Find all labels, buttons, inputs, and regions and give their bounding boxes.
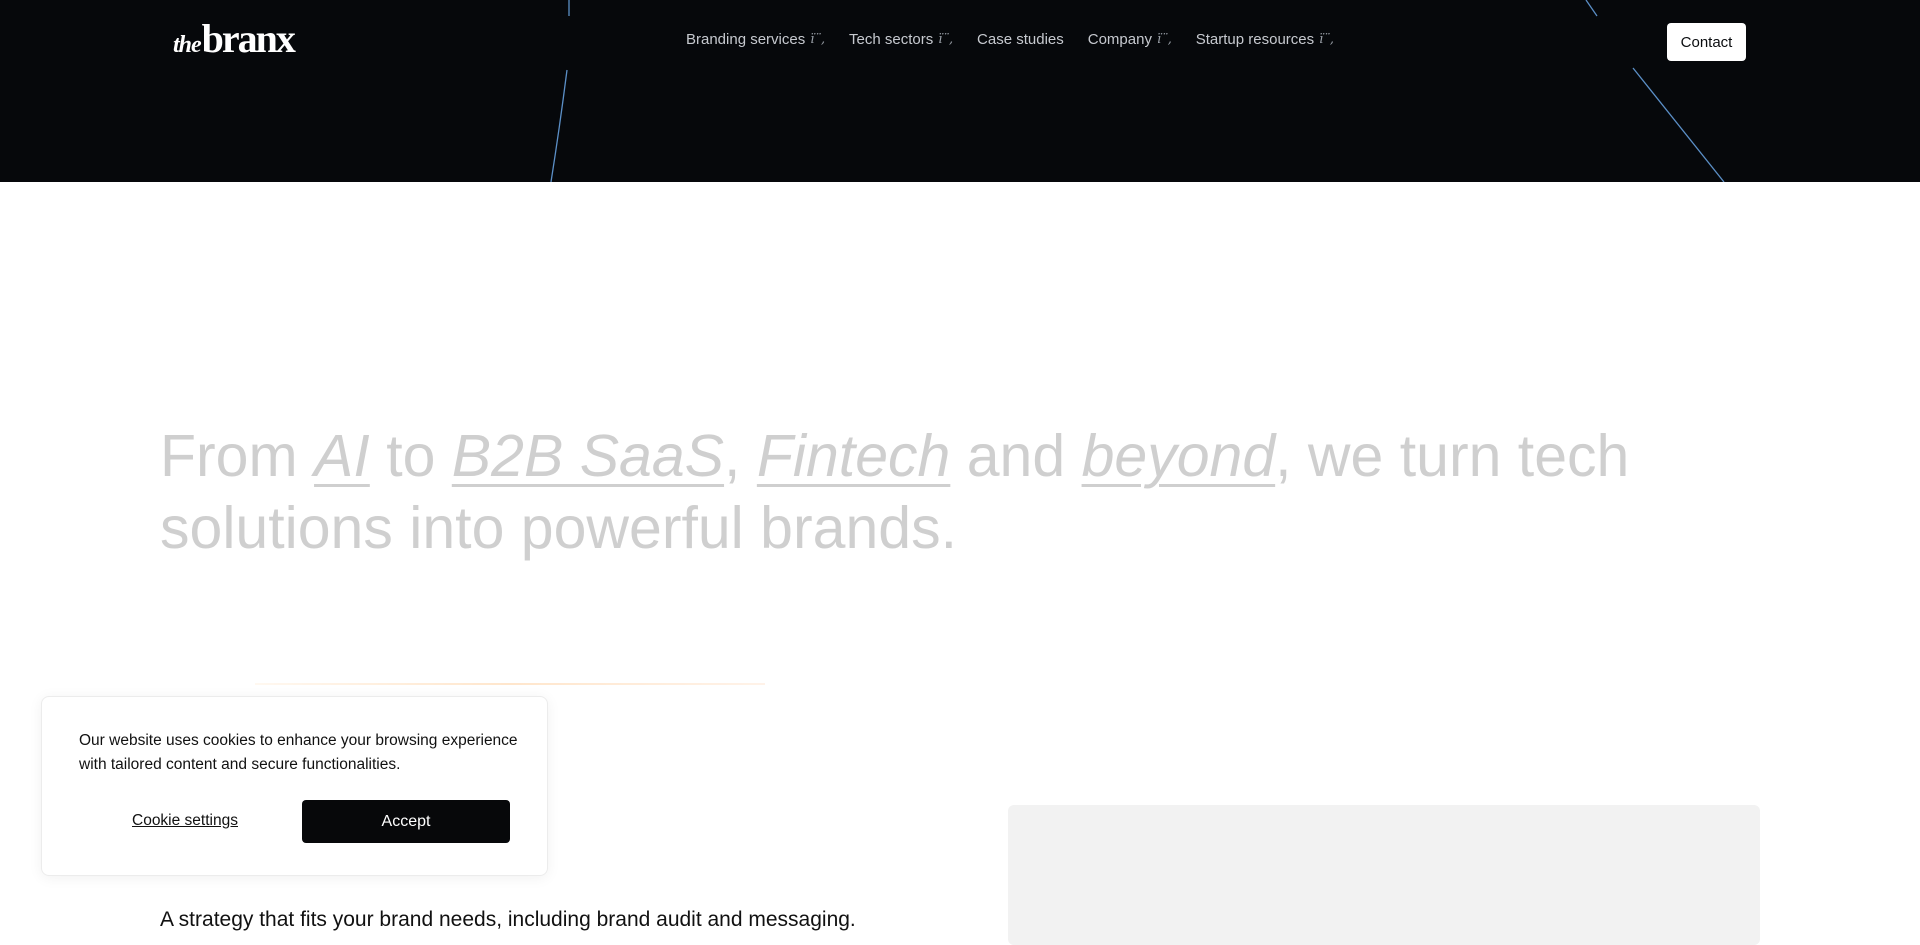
chevron-down-icon: ï¨‚ <box>1319 32 1334 47</box>
headline-link-ai[interactable]: AI <box>314 423 370 489</box>
chevron-down-icon: ï¨‚ <box>1156 32 1172 47</box>
headline-text: and <box>950 423 1082 489</box>
contact-button[interactable]: Contact <box>1667 23 1746 61</box>
cookie-banner: Our website uses cookies to enhance your… <box>41 696 548 876</box>
hero-header: the branx Branding services ï¨‚ Tech sec… <box>0 0 1920 182</box>
logo-wordmark: branx <box>201 16 296 61</box>
main-nav: Branding services ï¨‚ Tech sectors ï¨‚ C… <box>686 31 1358 48</box>
nav-tech-sectors[interactable]: Tech sectors ï¨‚ <box>849 31 953 48</box>
hero-headline: From AI to B2B SaaS, Fintech and beyond,… <box>160 420 1720 564</box>
headline-link-b2b-saas[interactable]: B2B SaaS <box>452 423 724 489</box>
headline-link-beyond[interactable]: beyond <box>1082 423 1276 489</box>
accent-divider <box>255 683 765 685</box>
nav-company[interactable]: Company ï¨‚ <box>1088 31 1172 48</box>
logo-prefix: the <box>173 32 202 58</box>
headline-text: From <box>160 423 315 489</box>
nav-label: Case studies <box>977 31 1064 48</box>
nav-label: Tech sectors <box>849 31 934 48</box>
nav-label: Branding services <box>686 31 806 48</box>
strategy-description: A strategy that fits your brand needs, i… <box>160 908 856 931</box>
headline-link-fintech[interactable]: Fintech <box>757 423 950 489</box>
cookie-settings-link[interactable]: Cookie settings <box>132 812 238 830</box>
nav-case-studies[interactable]: Case studies <box>977 31 1064 48</box>
headline-text: to <box>369 423 452 489</box>
nav-label: Startup resources <box>1195 31 1315 48</box>
nav-startup-resources[interactable]: Startup resources ï¨‚ <box>1196 31 1334 48</box>
brand-logo[interactable]: the branx <box>173 16 296 61</box>
chevron-down-icon: ï¨‚ <box>938 32 954 47</box>
accept-cookies-button[interactable]: Accept <box>302 800 510 843</box>
headline-text: , <box>724 423 757 489</box>
chevron-down-icon: ï¨‚ <box>810 32 826 47</box>
nav-branding-services[interactable]: Branding services ï¨‚ <box>686 31 825 48</box>
cookie-message: Our website uses cookies to enhance your… <box>79 732 518 773</box>
image-placeholder-panel <box>1008 805 1760 945</box>
nav-label: Company <box>1087 31 1152 48</box>
